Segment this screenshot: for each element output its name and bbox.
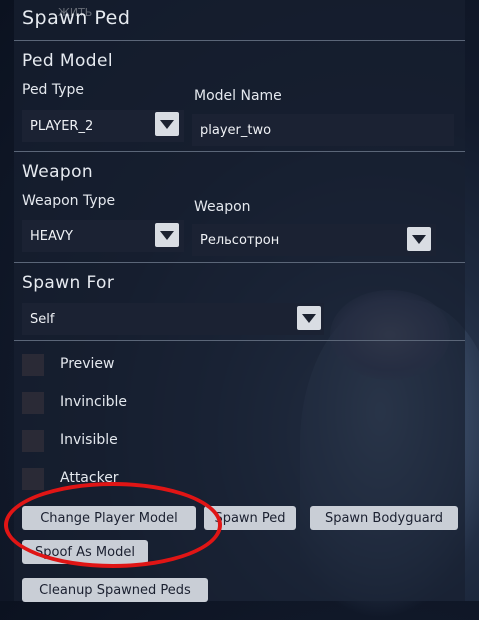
spawn-for-dropdown-arrow-icon[interactable] [297,306,321,330]
divider [14,151,465,152]
model-name-value: player_two [200,122,272,138]
model-name-input[interactable]: player_two [192,114,454,146]
annotation-circle [4,482,222,568]
divider [14,340,465,341]
window-title: Spawn Ped [22,7,131,29]
preview-label: Preview [60,356,115,372]
spawn-bodyguard-button[interactable]: Spawn Bodyguard [310,506,458,530]
model-name-label: Model Name [194,88,282,104]
section-weapon: Weapon [22,162,94,182]
divider [14,262,465,263]
section-ped-model: Ped Model [22,51,113,71]
cleanup-spawned-peds-button[interactable]: Cleanup Spawned Peds [22,578,208,602]
weapon-type-dropdown-arrow-icon[interactable] [155,223,179,247]
preview-checkbox[interactable] [22,354,44,376]
ped-type-label: Ped Type [22,82,85,98]
spawn-for-value: Self [30,311,55,327]
weapon-dropdown-arrow-icon[interactable] [407,227,431,251]
weapon-type-label: Weapon Type [22,193,116,209]
spawn-for-select[interactable]: Self [22,303,324,335]
weapon-label: Weapon [194,199,251,215]
invisible-label: Invisible [60,432,118,448]
invisible-checkbox[interactable] [22,430,44,452]
invincible-checkbox[interactable] [22,392,44,414]
section-spawn-for: Spawn For [22,273,115,293]
weapon-type-value: HEAVY [30,228,73,244]
invincible-label: Invincible [60,394,128,410]
weapon-value: Рельсотрон [200,232,280,248]
attacker-checkbox[interactable] [22,468,44,490]
ped-type-dropdown-arrow-icon[interactable] [155,112,179,136]
ped-type-value: PLAYER_2 [30,118,94,134]
divider [14,40,465,41]
weapon-select[interactable]: Рельсотрон [192,224,436,256]
